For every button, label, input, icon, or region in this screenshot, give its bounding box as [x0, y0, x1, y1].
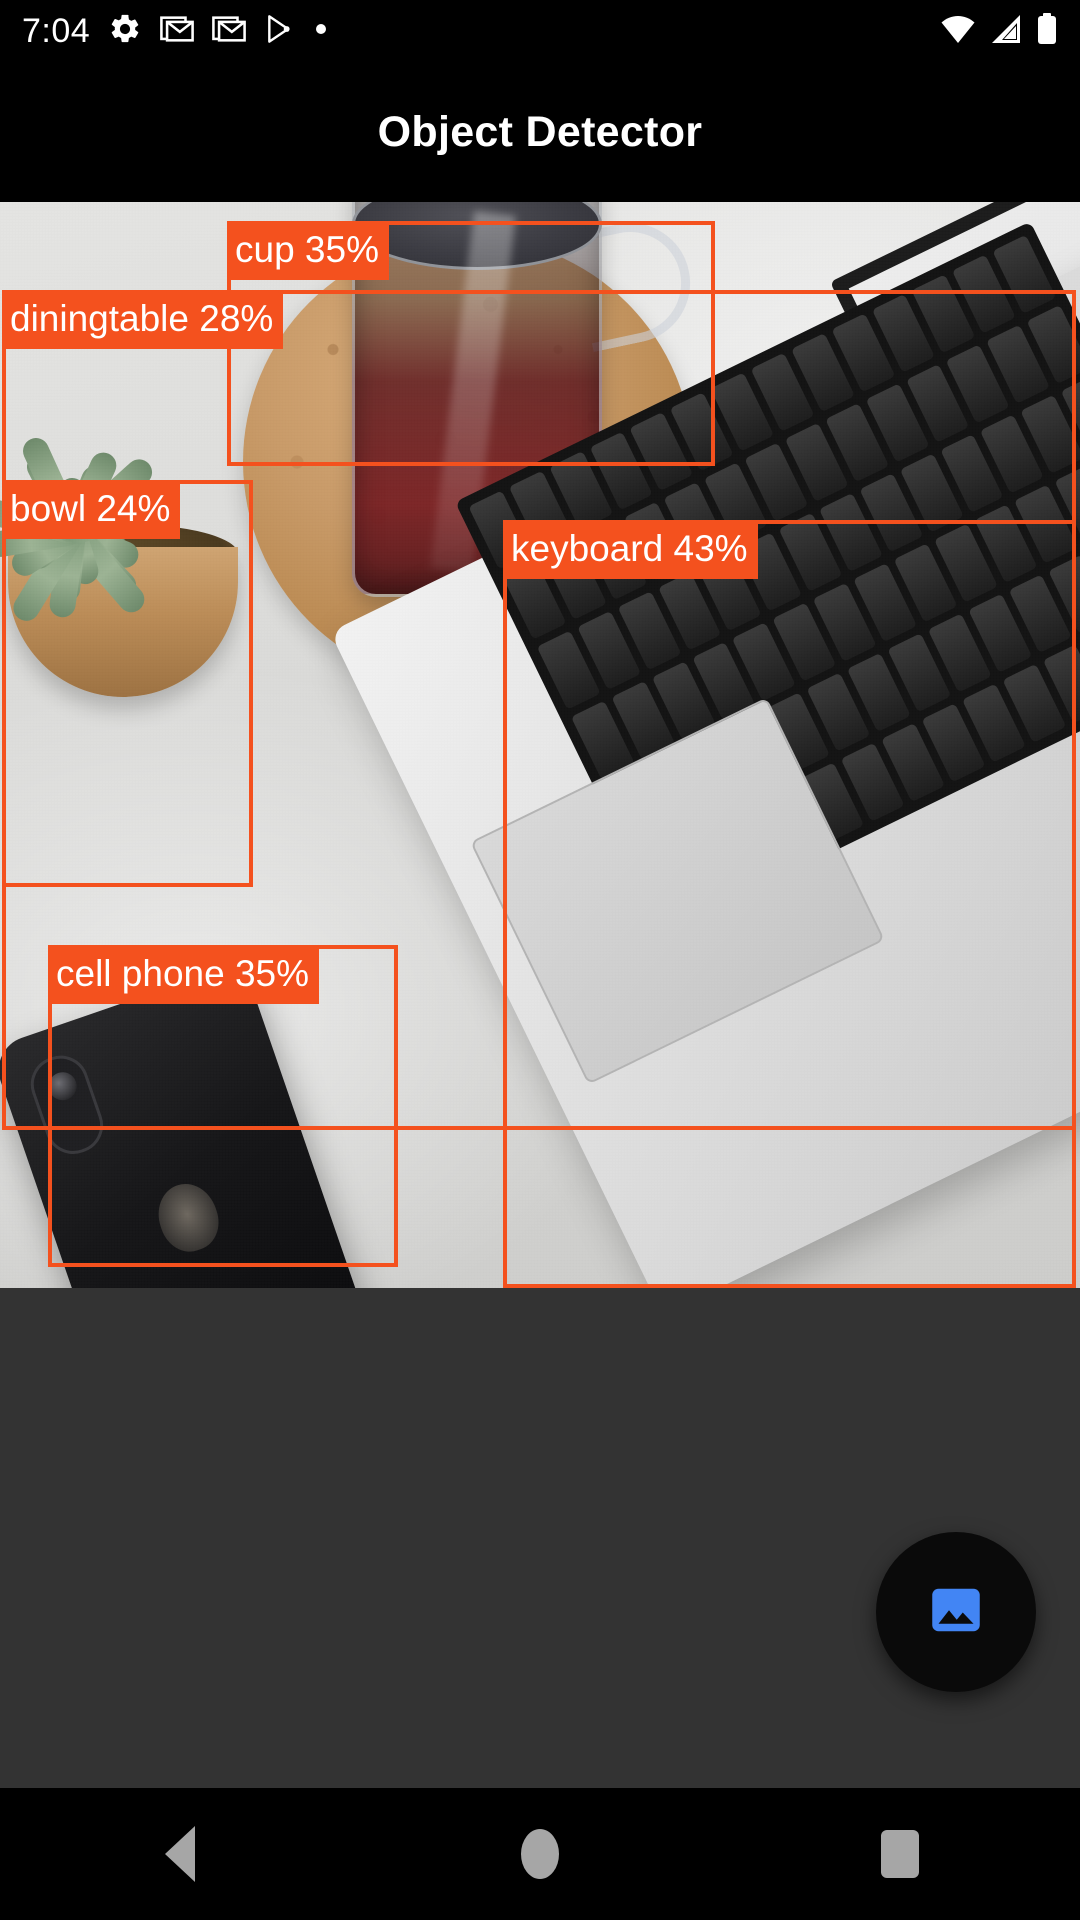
gmail-icon	[212, 12, 247, 51]
content-area: cup 35% diningtable 28% bowl 24% keyboard 4…	[0, 202, 1080, 1788]
settings-gear-icon	[108, 12, 142, 51]
home-circle-icon	[521, 1829, 559, 1879]
detection-label: diningtable 28%	[2, 290, 284, 349]
gmail-icon	[160, 12, 195, 51]
status-bar-right	[940, 0, 1058, 62]
nav-recents-button[interactable]	[820, 1788, 980, 1920]
notification-dot-icon	[314, 22, 328, 41]
detection-box	[503, 520, 1076, 1288]
image-picker-icon	[926, 1580, 986, 1645]
status-bar: 7:04	[0, 0, 1080, 62]
nav-home-button[interactable]	[460, 1788, 620, 1920]
phone-screen: 7:04 Object Detector cup 35% diningtable…	[0, 0, 1080, 1920]
recents-square-icon	[881, 1830, 919, 1878]
battery-icon	[1036, 12, 1058, 50]
detection-label: cup 35%	[227, 221, 389, 280]
wifi-icon	[940, 14, 976, 49]
detection-box	[2, 480, 253, 887]
detection-label: bowl 24%	[2, 480, 181, 539]
system-navigation-bar	[0, 1788, 1080, 1920]
pick-image-fab[interactable]	[876, 1532, 1036, 1692]
detected-image[interactable]: cup 35% diningtable 28% bowl 24% keyboard 4…	[0, 202, 1080, 1288]
back-triangle-icon	[165, 1826, 195, 1882]
nav-back-button[interactable]	[100, 1788, 260, 1920]
page-title: Object Detector	[377, 107, 703, 156]
status-time: 7:04	[22, 11, 91, 50]
play-store-icon	[264, 13, 296, 50]
detection-label: keyboard 43%	[503, 520, 758, 579]
cellular-signal-icon	[990, 14, 1022, 49]
detection-label: cell phone 35%	[48, 945, 320, 1004]
app-bar: Object Detector	[0, 62, 1080, 202]
status-bar-left: 7:04	[0, 12, 328, 51]
